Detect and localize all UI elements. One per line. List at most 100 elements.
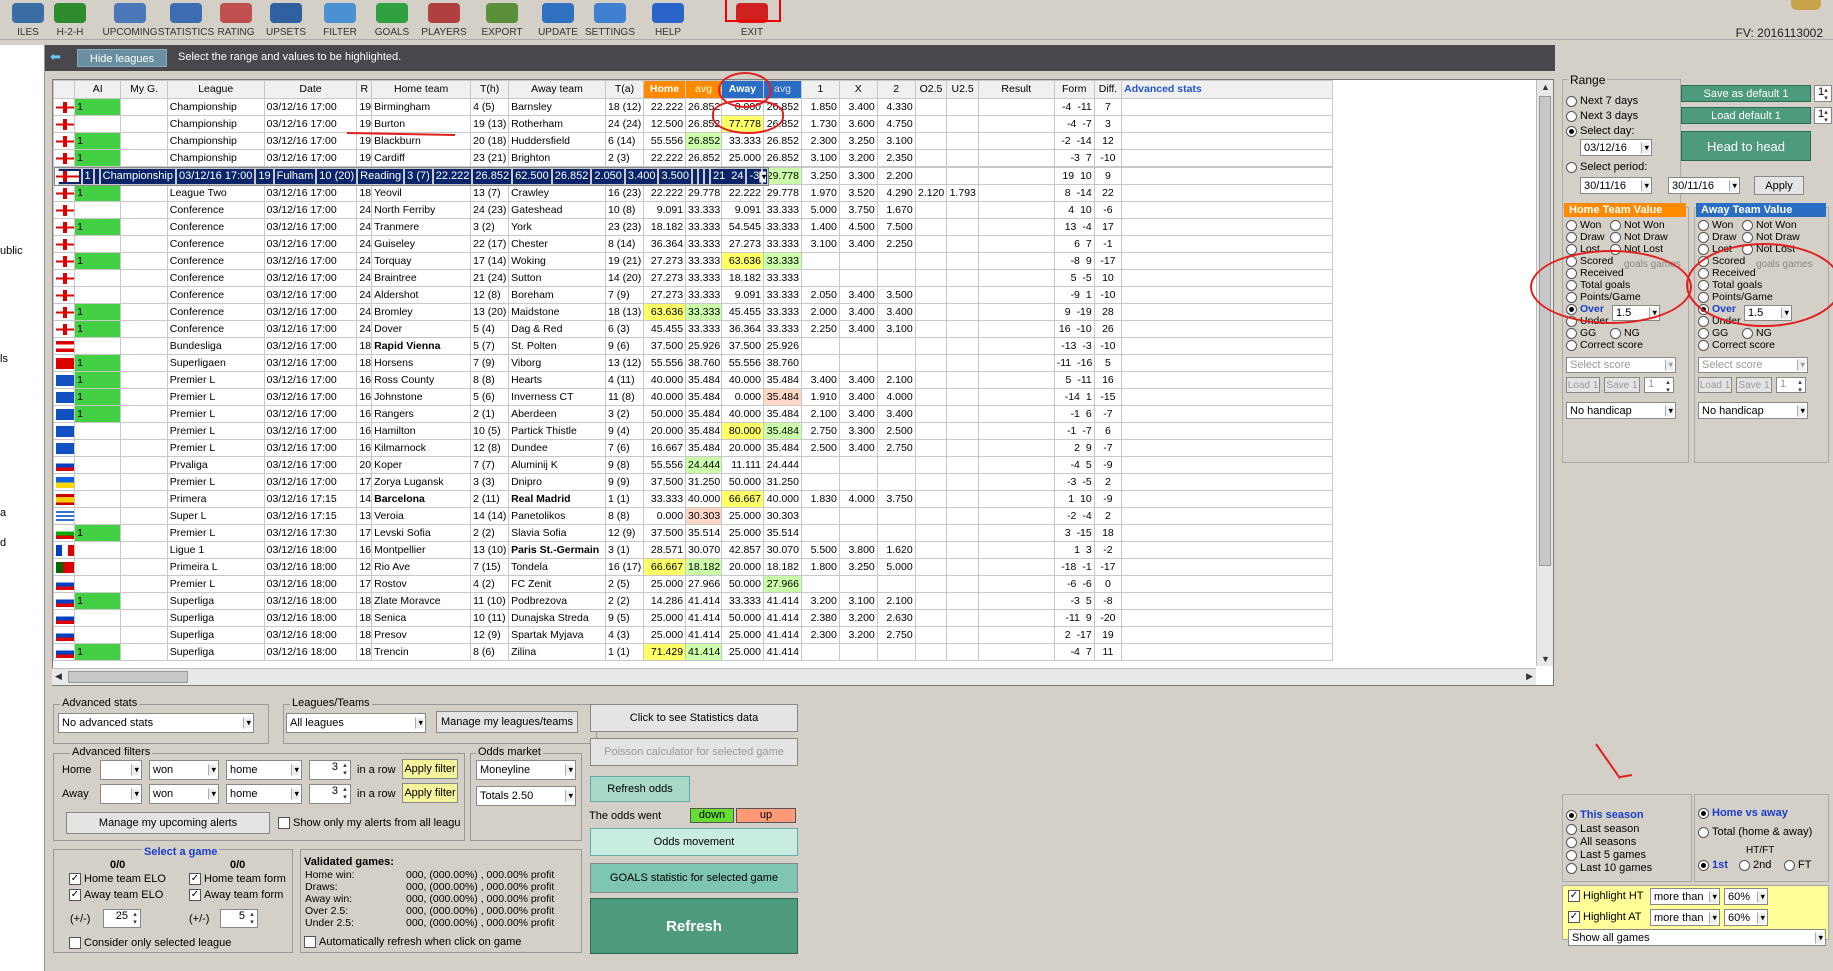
date-cell[interactable]: 03/12/16 17:00	[263, 149, 358, 167]
odds-2-cell[interactable]: 2.750	[876, 439, 916, 457]
advanced-stats-cell[interactable]	[1121, 388, 1333, 406]
league-cell[interactable]: Premier L	[166, 422, 265, 440]
advanced-stats-cell[interactable]	[1121, 371, 1333, 389]
odds-1-cell[interactable]: 2.250	[800, 320, 840, 338]
form-cell[interactable]: 13	[1053, 541, 1095, 559]
ai-cell[interactable]: 1	[74, 371, 122, 389]
home-avg-cell[interactable]: 40.000	[685, 490, 722, 508]
advanced-stats-cell[interactable]	[1121, 320, 1333, 338]
away-table-pos-cell[interactable]: 19 (21)	[604, 252, 644, 270]
home-team-cell[interactable]: Cardiff	[371, 149, 472, 167]
table-row[interactable]: 1 Championship 03/12/16 17:00 19 Blackburn 20…	[53, 132, 1333, 150]
highlight-at-checkbox[interactable]: ✓ Highlight AT	[1568, 911, 1642, 923]
home-table-pos-cell[interactable]: 10 (5)	[470, 422, 510, 440]
under25-cell[interactable]	[946, 252, 979, 270]
home-avg-cell[interactable]: 35.484	[685, 371, 722, 389]
column-header[interactable]: League	[166, 80, 265, 99]
date-cell[interactable]: 03/12/16 17:00	[263, 320, 358, 338]
away-team-cell[interactable]: Rotherham	[508, 115, 606, 133]
under25-cell[interactable]	[946, 609, 979, 627]
form-cell[interactable]: 19 10	[1053, 167, 1095, 185]
highlight-ht-checkbox[interactable]: ✓ Highlight HT	[1568, 890, 1644, 902]
away-table-pos-cell[interactable]: 9 (6)	[604, 337, 644, 355]
table-row[interactable]: Championship 03/12/16 17:00 19 Burton 19 (13…	[53, 115, 1333, 133]
league-cell[interactable]: Premier L	[166, 405, 265, 423]
result-cell[interactable]	[977, 456, 1055, 474]
round-cell[interactable]: 19	[255, 168, 274, 185]
league-cell[interactable]: Primeira L	[166, 558, 265, 576]
away-value-cell[interactable]: 80.000	[720, 422, 765, 440]
away-value-scored-radio[interactable]: Scored	[1698, 255, 1745, 267]
over25-cell[interactable]	[914, 524, 948, 542]
home-table-pos-cell[interactable]: 20 (18)	[470, 132, 510, 150]
my-game-cell[interactable]	[120, 354, 168, 372]
home-avg-cell[interactable]: 41.414	[685, 643, 722, 661]
under25-cell[interactable]	[946, 201, 979, 219]
advanced-stats-cell[interactable]	[1121, 337, 1333, 355]
home-value-gg-radio[interactable]: GG	[1566, 327, 1596, 339]
odds-2-cell[interactable]	[876, 354, 916, 372]
round-cell[interactable]: 24	[356, 320, 373, 338]
date-cell[interactable]: 03/12/16 18:00	[263, 592, 358, 610]
toolbar-filter-button[interactable]: FILTER	[312, 0, 368, 38]
diff-cell[interactable]: 0	[1093, 575, 1123, 593]
last-5-games-radio[interactable]: Last 5 games	[1566, 849, 1646, 861]
away-value-cell[interactable]: 50.000	[720, 609, 765, 627]
result-cell[interactable]	[977, 149, 1055, 167]
home-value-cell[interactable]: 55.556	[642, 132, 687, 150]
odds-2-cell[interactable]: 2.200	[876, 167, 916, 185]
away-table-pos-cell[interactable]: 4 (11)	[604, 371, 644, 389]
advanced-stats-cell[interactable]	[1121, 405, 1333, 423]
home-team-cell[interactable]: Rostov	[371, 575, 472, 593]
home-filter-venue-select[interactable]: home	[226, 760, 302, 780]
under25-cell[interactable]	[946, 167, 979, 185]
home-value-handicap-select[interactable]: No handicap	[1566, 402, 1676, 419]
only-selected-league-checkbox[interactable]: Consider only selected league	[69, 937, 231, 949]
save-default-button[interactable]: Save as default 1	[1681, 85, 1811, 102]
column-header[interactable]: avg	[685, 80, 722, 99]
away-table-pos-cell[interactable]: 8 (8)	[604, 507, 644, 525]
home-table-pos-cell[interactable]: 10 (11)	[470, 609, 510, 627]
home-table-pos-cell[interactable]: 2 (1)	[470, 405, 510, 423]
odds-1-cell[interactable]: 2.500	[800, 439, 840, 457]
away-value-cell[interactable]: 40.000	[720, 405, 765, 423]
league-cell[interactable]: Conference	[166, 218, 265, 236]
home-apply-filter-button[interactable]: Apply filter	[402, 759, 458, 779]
away-avg-cell[interactable]: 35.484	[763, 405, 802, 423]
odds-1-cell[interactable]	[800, 269, 840, 287]
away-table-pos-cell[interactable]: 18 (13)	[604, 303, 644, 321]
diff-cell[interactable]: -20	[1093, 609, 1123, 627]
table-row[interactable]: 1 Conference 03/12/16 17:00 24 Dover 5 (4) Dag…	[53, 320, 1333, 338]
under25-cell[interactable]	[946, 490, 979, 508]
odds-2-cell[interactable]: 2.350	[876, 149, 916, 167]
my-game-cell[interactable]	[120, 98, 168, 116]
under25-cell[interactable]	[946, 337, 979, 355]
round-cell[interactable]: 16	[356, 439, 373, 457]
column-header[interactable]: Away	[720, 80, 765, 99]
away-team-cell[interactable]: FC Zenit	[508, 575, 606, 593]
ai-cell[interactable]: 1	[74, 643, 122, 661]
show-games-select[interactable]: Show all games	[1568, 929, 1826, 946]
odds-2-cell[interactable]	[876, 524, 916, 542]
home-value-load-button[interactable]: Load 1	[1566, 377, 1600, 393]
odds-2-cell[interactable]: 4.750	[876, 115, 916, 133]
away-table-pos-cell[interactable]: 16 (23)	[604, 184, 644, 202]
advanced-stats-select[interactable]: No advanced stats	[58, 713, 254, 733]
home-value-cell[interactable]: 20.000	[642, 422, 687, 440]
under25-cell[interactable]	[946, 592, 979, 610]
away-value-cell[interactable]: 18.182	[720, 269, 765, 287]
under25-cell[interactable]: 1.793	[946, 184, 979, 202]
home-team-cell[interactable]: Zorya Lugansk	[371, 473, 472, 491]
table-row[interactable]: 1 Premier L 03/12/16 17:00 16 Rangers 2 (1) Ab…	[53, 405, 1333, 423]
result-cell[interactable]	[977, 524, 1055, 542]
odds-1-cell[interactable]: 2.050	[591, 168, 625, 185]
form-cell[interactable]: 16 -10	[1053, 320, 1095, 338]
odds-x-cell[interactable]	[838, 473, 878, 491]
ai-cell[interactable]	[74, 337, 122, 355]
ai-cell[interactable]	[74, 507, 122, 525]
home-avg-cell[interactable]: 33.333	[685, 269, 722, 287]
away-filter-blank-select[interactable]	[100, 784, 142, 804]
ai-cell[interactable]: 1	[74, 252, 122, 270]
league-cell[interactable]: Ligue 1	[166, 541, 265, 559]
table-row[interactable]: Primeira L 03/12/16 18:00 12 Rio Ave 7 (15) T…	[53, 558, 1333, 576]
